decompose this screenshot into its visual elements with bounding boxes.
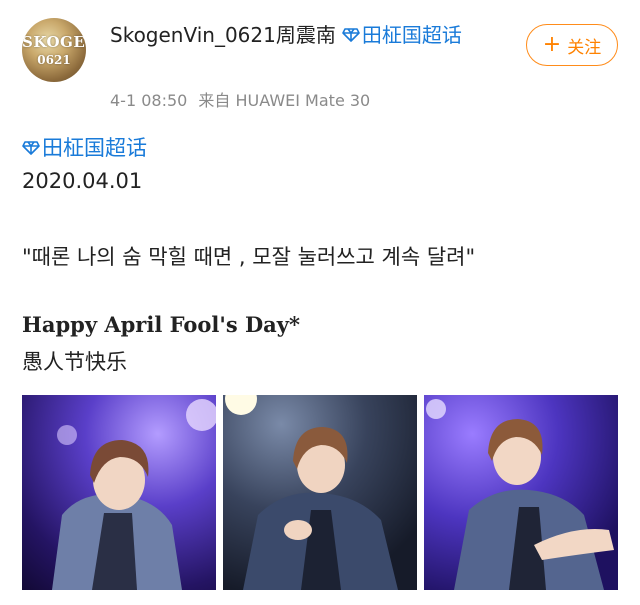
- post-photo-3[interactable]: [424, 395, 618, 590]
- post-photo-2[interactable]: [223, 395, 417, 590]
- avatar-text-top: SKOGEN: [22, 33, 86, 51]
- topic-link[interactable]: 田柾国超话: [22, 132, 147, 162]
- username-topic-label: 田柾国超话: [361, 23, 462, 47]
- photo-2-figure: [225, 395, 398, 590]
- post-date-text: 2020.04.01: [22, 169, 143, 193]
- post-korean-text: "때론 나의 숨 막힐 때면 , 모잘 눌러쓰고 계속 달려": [22, 245, 476, 269]
- topic-label: 田柾国超话: [42, 136, 147, 160]
- follow-label: 关注: [567, 37, 602, 58]
- post-photo-1[interactable]: [22, 395, 216, 590]
- post-source: 来自 HUAWEI Mate 30: [198, 91, 371, 110]
- avatar-text-bottom: 0621: [37, 53, 71, 67]
- username-topic-link[interactable]: 田柾国超话: [336, 23, 462, 47]
- post-time: 4-1 08:50: [110, 91, 188, 110]
- username[interactable]: SkogenVin_0621周震南: [110, 23, 336, 47]
- diamond-icon: [342, 28, 360, 42]
- follow-button[interactable]: + 关注: [526, 24, 618, 66]
- photo-1-figure: [52, 399, 216, 590]
- avatar[interactable]: SKOGEN 0621: [22, 18, 86, 82]
- post-header: SkogenVin_0621周震南 田柾国超话: [110, 20, 510, 50]
- post-greeting-chinese: 愚人节快乐: [22, 350, 127, 374]
- diamond-icon: [22, 140, 40, 155]
- photo-3-figure: [426, 399, 614, 590]
- plus-icon: +: [542, 32, 562, 57]
- post-greeting-english: Happy April Fool's Day*: [22, 312, 300, 337]
- post-meta: 4-1 08:50 来自 HUAWEI Mate 30: [110, 87, 370, 111]
